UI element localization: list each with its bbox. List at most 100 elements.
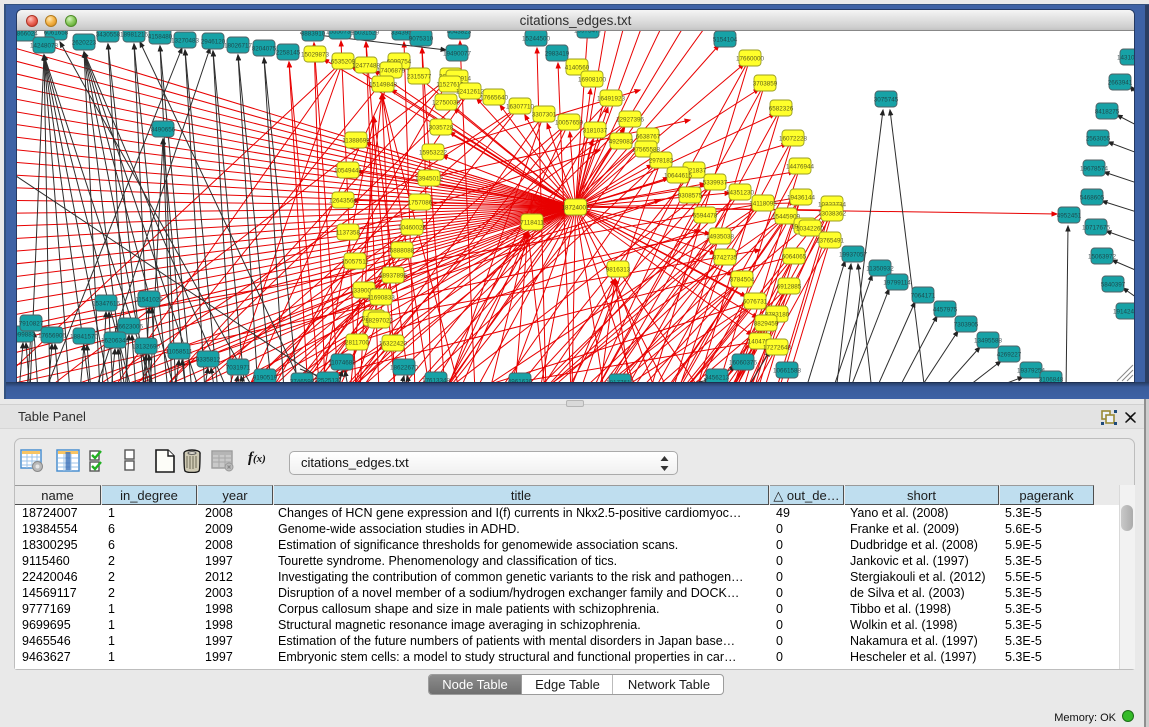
svg-text:19973477: 19973477	[574, 31, 603, 35]
svg-text:2663941: 2663941	[1108, 80, 1133, 87]
svg-text:2563055: 2563055	[1086, 136, 1111, 143]
svg-text:3430558: 3430558	[96, 32, 121, 39]
svg-text:3456213: 3456213	[705, 375, 730, 382]
svg-text:3746598: 3746598	[290, 379, 315, 383]
svg-text:2999883: 2999883	[17, 332, 36, 339]
svg-text:16206344: 16206344	[101, 338, 130, 345]
svg-text:18937896: 18937896	[379, 273, 408, 280]
svg-text:14118095: 14118095	[749, 201, 777, 208]
svg-text:2620223: 2620223	[72, 40, 97, 47]
svg-text:8418275: 8418275	[1095, 109, 1120, 116]
svg-text:10717675: 10717675	[1082, 225, 1111, 232]
svg-text:3307301: 3307301	[532, 112, 557, 119]
svg-text:5468605: 5468605	[1080, 195, 1105, 202]
svg-text:4961630: 4961630	[508, 379, 533, 383]
svg-text:3703859: 3703859	[753, 81, 778, 88]
svg-text:15244500: 15244500	[522, 36, 551, 43]
svg-text:12750036: 12750036	[432, 100, 461, 107]
svg-text:13038362: 13038362	[818, 211, 847, 218]
svg-text:4043823: 4043823	[447, 31, 472, 36]
svg-text:10342260: 10342260	[796, 226, 825, 233]
svg-text:3181037: 3181037	[583, 128, 608, 135]
svg-text:12525131: 12525131	[314, 378, 343, 383]
svg-text:5154104: 5154104	[713, 37, 738, 44]
svg-text:16307710: 16307710	[506, 104, 535, 111]
svg-text:19799114: 19799114	[883, 280, 911, 287]
svg-text:2315577: 2315577	[407, 74, 432, 81]
svg-text:14351230: 14351230	[726, 190, 755, 197]
svg-text:10644615: 10644615	[664, 173, 693, 180]
svg-text:11690833: 11690833	[367, 295, 395, 302]
svg-text:9190519: 9190519	[253, 375, 278, 382]
svg-text:3035728: 3035728	[429, 125, 454, 132]
svg-text:9335812: 9335812	[196, 357, 221, 364]
svg-text:13765491: 13765491	[816, 238, 845, 245]
svg-text:19937057: 19937057	[839, 252, 868, 259]
svg-text:4140560: 4140560	[565, 65, 590, 72]
svg-text:11058511: 11058511	[165, 349, 193, 356]
svg-text:16491923: 16491923	[597, 96, 626, 103]
svg-text:5339937: 5339937	[703, 180, 728, 187]
svg-text:2811700: 2811700	[345, 340, 370, 347]
svg-text:3784504: 3784504	[730, 277, 755, 284]
svg-text:12927396: 12927396	[616, 117, 645, 124]
svg-text:16908100: 16908100	[578, 77, 607, 84]
svg-text:13495588: 13495588	[974, 338, 1003, 345]
svg-text:6061658: 6061658	[44, 31, 69, 37]
svg-text:15063972: 15063972	[1088, 254, 1117, 261]
svg-text:6912885: 6912885	[777, 284, 802, 291]
svg-text:4929082: 4929082	[609, 139, 634, 146]
svg-text:11350932: 11350932	[866, 266, 894, 273]
svg-text:17660000: 17660000	[736, 56, 765, 63]
svg-text:10057659: 10057659	[555, 120, 584, 127]
svg-text:17613348: 17613348	[422, 378, 451, 383]
svg-text:17272648: 17272648	[763, 345, 792, 352]
svg-text:19678574: 19678574	[1080, 166, 1109, 173]
svg-text:16623006: 16623006	[115, 324, 144, 331]
svg-text:18981216: 18981216	[120, 32, 149, 39]
svg-text:3106848: 3106848	[1039, 377, 1064, 383]
svg-text:15953222: 15953222	[419, 150, 448, 157]
svg-text:2983419: 2983419	[545, 51, 570, 58]
svg-text:10460025: 10460025	[398, 225, 427, 232]
svg-text:2978182: 2978182	[649, 158, 674, 165]
svg-text:7303905: 7303905	[954, 322, 979, 329]
svg-text:14476944: 14476944	[786, 164, 815, 171]
svg-text:17406879: 17406879	[377, 68, 406, 75]
svg-text:10661588: 10661588	[773, 368, 802, 375]
svg-text:4457975: 4457975	[933, 307, 958, 314]
svg-text:9308575: 9308575	[678, 193, 703, 200]
svg-text:6076731: 6076731	[743, 299, 768, 306]
svg-text:16072228: 16072228	[779, 136, 808, 143]
svg-text:8829459: 8829459	[754, 321, 779, 328]
svg-text:4952451: 4952451	[1057, 213, 1082, 220]
svg-text:18177615: 18177615	[606, 380, 635, 383]
svg-text:8490656: 8490656	[151, 127, 176, 134]
svg-text:15031529: 15031529	[351, 31, 380, 37]
svg-text:17656906: 17656906	[38, 333, 67, 340]
svg-text:2946120: 2946120	[201, 39, 226, 46]
svg-text:11388699: 11388699	[342, 138, 370, 145]
svg-text:1137358: 1137358	[336, 230, 361, 237]
svg-text:8742735: 8742735	[713, 255, 738, 262]
svg-text:9816313: 9816313	[606, 267, 631, 274]
svg-text:19490077: 19490077	[443, 51, 472, 58]
svg-text:7031971: 7031971	[226, 365, 251, 372]
svg-text:4269227: 4269227	[997, 352, 1022, 359]
svg-text:15057511: 15057511	[341, 259, 369, 266]
svg-text:11541029: 11541029	[135, 297, 163, 304]
svg-text:18622670: 18622670	[390, 365, 419, 372]
svg-text:6064065: 6064065	[782, 254, 807, 261]
svg-text:11866024: 11866024	[17, 31, 38, 38]
svg-text:7064171: 7064171	[911, 293, 936, 300]
svg-text:18297022: 18297022	[365, 318, 394, 325]
svg-text:4158480: 4158480	[148, 34, 173, 41]
svg-text:6582326: 6582326	[769, 106, 794, 113]
svg-text:16060376: 16060376	[729, 360, 758, 367]
svg-text:11074688: 11074688	[328, 360, 356, 367]
svg-text:5888088: 5888088	[390, 248, 415, 255]
svg-text:2258145: 2258145	[276, 50, 301, 57]
svg-text:15347616: 15347616	[92, 301, 121, 308]
svg-text:8204075: 8204075	[252, 46, 277, 53]
svg-text:9075310: 9075310	[409, 36, 434, 43]
